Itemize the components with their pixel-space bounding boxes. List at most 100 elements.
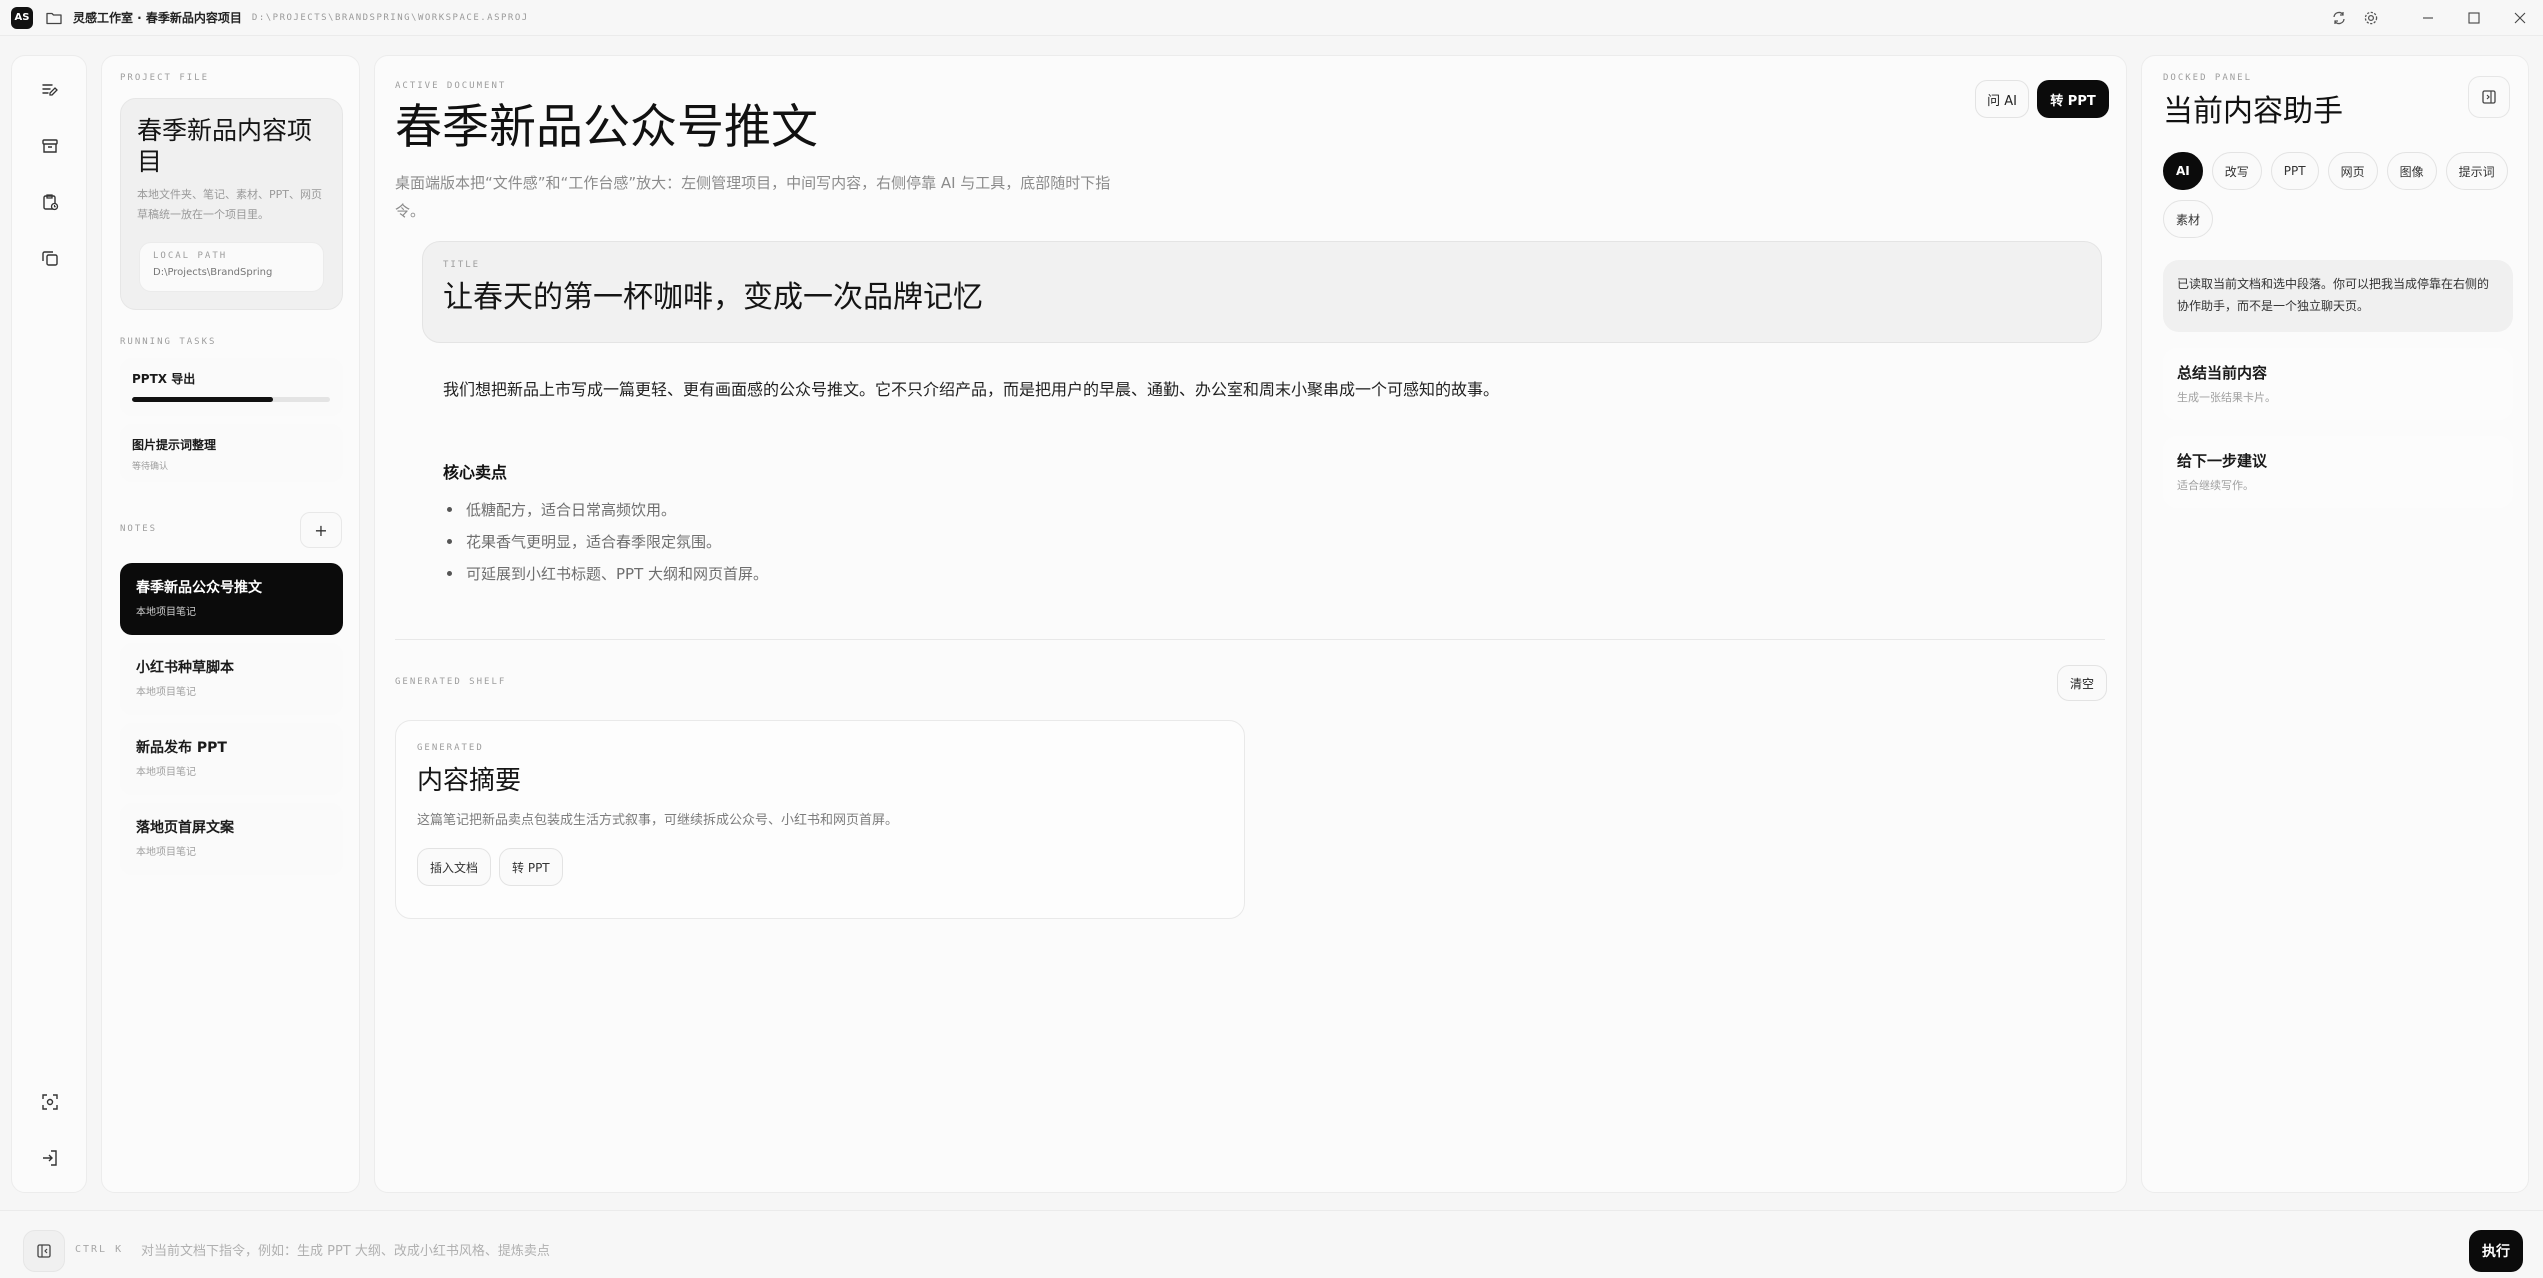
exit-icon[interactable] (30, 1138, 70, 1178)
note-item[interactable]: 新品发布 PPT 本地项目笔记 (120, 723, 343, 795)
bullet-text: 低糖配方，适合日常高频饮用。 (466, 500, 677, 519)
title-field[interactable]: TITLE 让春天的第一杯咖啡，变成一次品牌记忆 (422, 241, 2102, 343)
tab-prompts[interactable]: 提示词 (2445, 152, 2508, 190)
shortcut-hint: CTRL K (75, 1244, 124, 1255)
project-description: 本地文件夹、笔记、素材、PPT、网页草稿统一放在一个项目里。 (137, 188, 322, 221)
action-title: 给下一步建议 (2177, 452, 2268, 470)
add-note-button[interactable]: + (300, 512, 342, 548)
tab-webpage[interactable]: 网页 (2327, 152, 2378, 190)
generated-description: 这篇笔记把新品卖点包装成生活方式叙事，可继续拆成公众号、小红书和网页首屏。 (417, 813, 899, 828)
project-file-label: PROJECT FILE (120, 73, 210, 83)
task-image-prompts[interactable]: 图片提示词整理 等待确认 (120, 424, 343, 482)
task-progress-fill (132, 397, 273, 402)
active-document-label: ACTIVE DOCUMENT (395, 81, 507, 91)
document-title: 春季新品公众号推文 (395, 100, 818, 155)
note-item[interactable]: 小红书种草脚本 本地项目笔记 (120, 643, 343, 715)
insert-document-button[interactable]: 插入文档 (417, 848, 492, 886)
note-title: 春季新品公众号推文 (136, 580, 262, 596)
settings-icon[interactable] (2355, 2, 2387, 34)
project-panel: PROJECT FILE 春季新品内容项目 本地文件夹、笔记、素材、PPT、网页… (101, 55, 360, 1193)
task-progress-bar (132, 397, 330, 402)
title-bar: AS 灵感工作室 · 春季新品内容项目 D:\PROJECTS\BRANDSPR… (0, 0, 2543, 36)
note-item[interactable]: 落地页首屏文案 本地项目笔记 (120, 803, 343, 875)
sidebar-toggle-icon[interactable] (23, 1230, 65, 1272)
docked-panel: DOCKED PANEL 当前内容助手 AI 改写 PPT 网页 图像 提示词 … (2141, 55, 2529, 1193)
task-status: 等待确认 (132, 462, 169, 472)
action-title: 总结当前内容 (2177, 364, 2268, 382)
to-ppt-button[interactable]: 转 PPT (2037, 80, 2109, 118)
note-subtitle: 本地项目笔记 (136, 847, 196, 858)
generated-to-ppt-button[interactable]: 转 PPT (499, 848, 563, 886)
task-pptx-export[interactable]: PPTX 导出 (120, 358, 343, 416)
action-next-step[interactable]: 给下一步建议 适合继续写作。 (2163, 436, 2513, 508)
panel-toggle-icon[interactable] (2468, 76, 2510, 118)
ask-ai-button[interactable]: 问 AI (1975, 80, 2029, 118)
clear-button[interactable]: 清空 (2057, 665, 2107, 701)
bullet-dot (447, 538, 452, 544)
generated-label: GENERATED (417, 743, 484, 753)
tab-image[interactable]: 图像 (2386, 152, 2437, 190)
tab-ai[interactable]: AI (2163, 152, 2203, 190)
bullet-item[interactable]: 低糖配方，适合日常高频饮用。 (443, 493, 768, 525)
generated-card: GENERATED 内容摘要 这篇笔记把新品卖点包装成生活方式叙事，可继续拆成公… (395, 720, 1245, 919)
title-field-value[interactable]: 让春天的第一杯咖啡，变成一次品牌记忆 (443, 278, 2081, 318)
command-input[interactable] (141, 1234, 2441, 1268)
note-title: 小红书种草脚本 (136, 660, 234, 676)
note-title: 落地页首屏文案 (136, 820, 234, 836)
title-field-label: TITLE (443, 260, 481, 270)
generated-shelf-label: GENERATED SHELF (395, 677, 507, 687)
note-subtitle: 本地项目笔记 (136, 687, 196, 698)
close-icon[interactable] (2497, 2, 2543, 34)
bullet-text: 花果香气更明显，适合春季限定氛围。 (466, 532, 722, 551)
bullet-list: 低糖配方，适合日常高频饮用。 花果香气更明显，适合春季限定氛围。 可延展到小红书… (443, 493, 768, 589)
bullet-dot (447, 506, 452, 512)
bullet-text: 可延展到小红书标题、PPT 大纲和网页首屏。 (466, 564, 769, 583)
docked-panel-label: DOCKED PANEL (2163, 73, 2253, 83)
note-item[interactable]: 春季新品公众号推文 本地项目笔记 (120, 563, 343, 635)
task-name: 图片提示词整理 (132, 438, 217, 452)
task-clipboard-icon[interactable] (30, 182, 70, 222)
project-path: D:\PROJECTS\BRANDSPRING\WORKSPACE.ASPROJ (251, 12, 529, 23)
action-subtitle: 生成一张结果卡片。 (2177, 391, 2276, 404)
local-path-label: LOCAL PATH (153, 251, 228, 261)
tab-assets[interactable]: 素材 (2163, 200, 2214, 238)
local-path-box[interactable]: LOCAL PATH D:\Projects\BrandSpring (139, 242, 324, 292)
body-paragraph[interactable]: 我们想把新品上市写成一篇更轻、更有画面感的公众号推文。它不只介绍产品，而是把用户… (443, 376, 1499, 400)
copy-icon[interactable] (30, 238, 70, 278)
maximize-icon[interactable] (2451, 2, 2497, 34)
note-title: 新品发布 PPT (136, 740, 227, 756)
project-card[interactable]: 春季新品内容项目 本地文件夹、笔记、素材、PPT、网页草稿统一放在一个项目里。 … (120, 98, 343, 310)
assistant-message: 已读取当前文档和选中段落。你可以把我当成停靠在右侧的协作助手，而不是一个独立聊天… (2163, 260, 2513, 332)
action-summarize[interactable]: 总结当前内容 生成一张结果卡片。 (2163, 348, 2513, 420)
bullet-item[interactable]: 花果香气更明显，适合春季限定氛围。 (443, 525, 768, 557)
archive-icon[interactable] (30, 126, 70, 166)
task-name: PPTX 导出 (132, 372, 196, 386)
app-logo: AS (11, 6, 33, 29)
capture-icon[interactable] (30, 1082, 70, 1122)
left-rail (11, 55, 87, 1193)
generated-title: 内容摘要 (417, 766, 522, 796)
tool-tabs: AI 改写 PPT 网页 图像 提示词 素材 (2163, 152, 2523, 238)
note-subtitle: 本地项目笔记 (136, 607, 196, 618)
document-description: 桌面端版本把“文件感”和“工作台感”放大：左侧管理项目，中间写内容，右侧停靠 A… (395, 174, 1111, 220)
sync-icon[interactable] (2323, 2, 2355, 34)
core-selling-points-heading[interactable]: 核心卖点 (443, 459, 507, 483)
note-subtitle: 本地项目笔记 (136, 767, 196, 778)
folder-icon[interactable] (46, 10, 64, 26)
bullet-item[interactable]: 可延展到小红书标题、PPT 大纲和网页首屏。 (443, 557, 768, 589)
editor-icon[interactable] (30, 70, 70, 110)
document-panel: ACTIVE DOCUMENT 春季新品公众号推文 桌面端版本把“文件感”和“工… (374, 55, 2127, 1193)
tab-ppt[interactable]: PPT (2270, 152, 2319, 190)
section-divider (395, 639, 2105, 640)
action-subtitle: 适合继续写作。 (2177, 479, 2254, 492)
running-tasks-label: RUNNING TASKS (120, 337, 217, 347)
notes-label: NOTES (120, 524, 158, 534)
window-title: 灵感工作室 · 春季新品内容项目 (73, 11, 242, 25)
run-button[interactable]: 执行 (2469, 1230, 2523, 1272)
docked-panel-title: 当前内容助手 (2163, 94, 2343, 129)
project-name: 春季新品内容项目 (137, 116, 313, 176)
minimize-icon[interactable] (2405, 2, 2451, 34)
command-bar: CTRL K 执行 (0, 1210, 2543, 1278)
local-path-value: D:\Projects\BrandSpring (153, 267, 273, 278)
tab-rewrite[interactable]: 改写 (2211, 152, 2262, 190)
